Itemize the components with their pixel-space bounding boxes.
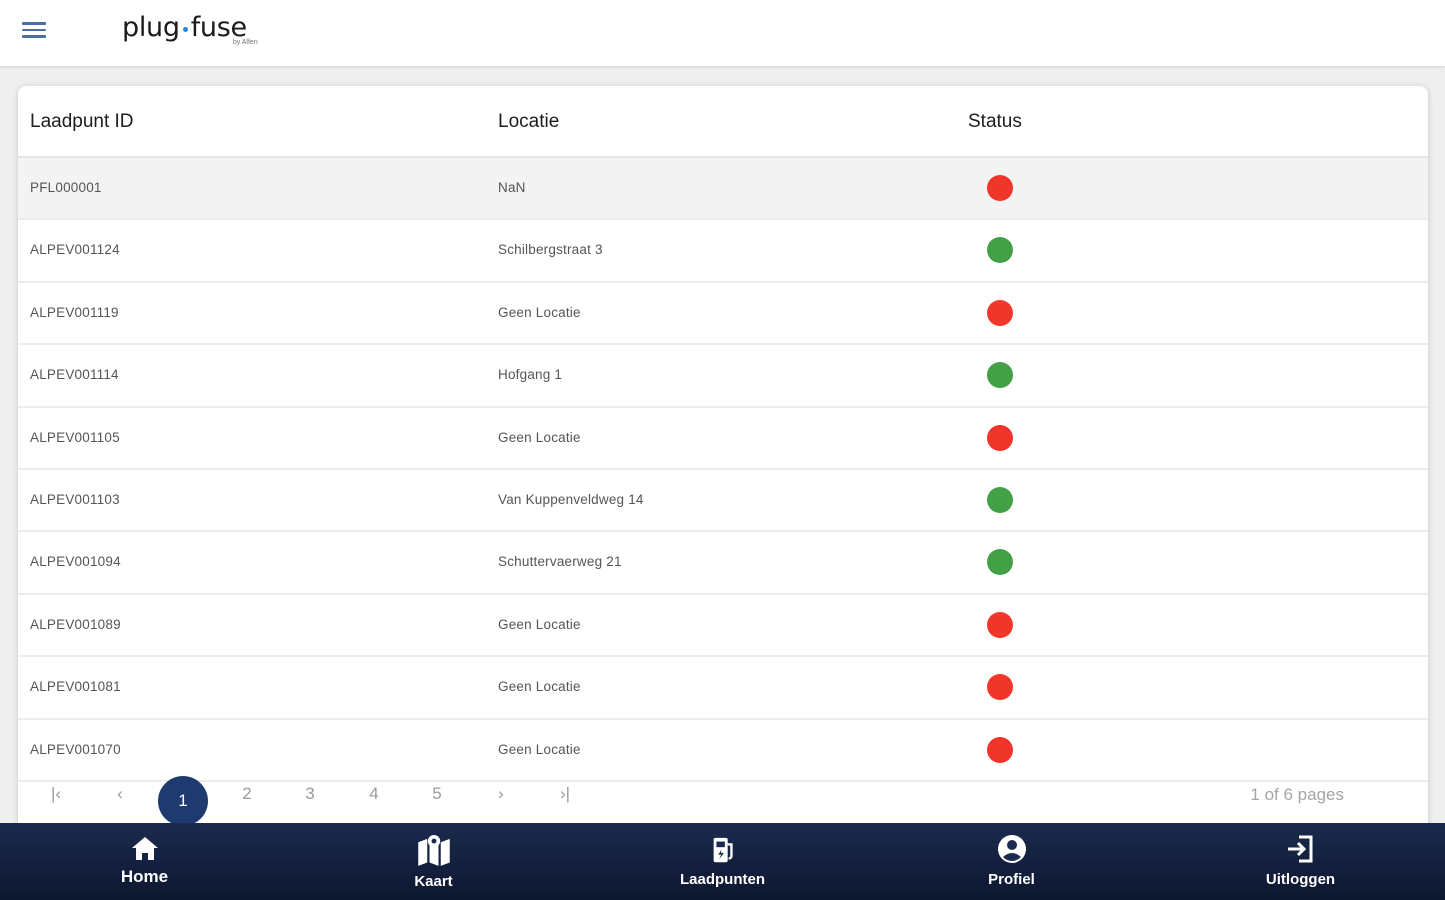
column-header-status[interactable]: Status bbox=[968, 111, 1022, 133]
nav-label-home: Home bbox=[120, 867, 169, 886]
locatie-cell: Geen Locatie bbox=[498, 741, 581, 757]
table-row[interactable]: ALPEV001070 Geen Locatie bbox=[18, 720, 1428, 782]
nav-item-kaart[interactable]: Kaart bbox=[289, 823, 578, 900]
locatie-cell: Geen Locatie bbox=[498, 304, 581, 320]
top-app-bar: plug fuse by Alfen bbox=[0, 0, 1445, 66]
locatie-cell: Hofgang 1 bbox=[498, 367, 563, 383]
status-indicator bbox=[987, 362, 1013, 389]
logo-dot bbox=[182, 27, 188, 32]
table-row[interactable]: ALPEV001114 Hofgang 1 bbox=[18, 345, 1428, 408]
status-indicator bbox=[987, 674, 1013, 701]
page-count-info: 1 of 6 pages bbox=[1250, 785, 1344, 804]
locatie-cell: NaN bbox=[498, 180, 526, 195]
profile-icon bbox=[997, 835, 1026, 863]
page-button-2[interactable]: 2 bbox=[227, 784, 267, 804]
page-button-current[interactable]: 1 bbox=[158, 776, 208, 826]
table-row[interactable]: PFL000001 NaN bbox=[18, 158, 1428, 221]
status-indicator bbox=[987, 736, 1013, 763]
nav-item-laadpunten[interactable]: Laadpunten bbox=[578, 823, 867, 900]
locatie-cell: Geen Locatie bbox=[498, 616, 581, 632]
status-indicator bbox=[987, 299, 1013, 326]
previous-page-button[interactable]: ‹ bbox=[100, 784, 140, 804]
first-page-button[interactable]: |‹ bbox=[36, 784, 76, 804]
table-row[interactable]: ALPEV001081 Geen Locatie bbox=[18, 657, 1428, 720]
locatie-cell: Geen Locatie bbox=[498, 429, 581, 445]
laadpunt-id-cell: ALPEV001124 bbox=[30, 242, 120, 258]
home-icon bbox=[131, 837, 158, 860]
logo-text-left: plug bbox=[122, 12, 180, 43]
status-indicator bbox=[987, 611, 1013, 638]
laadpunt-id-cell: ALPEV001094 bbox=[30, 554, 121, 570]
table-row[interactable]: ALPEV001105 Geen Locatie bbox=[18, 408, 1428, 470]
charger-icon bbox=[713, 837, 733, 863]
logo-subtitle: by Alfen bbox=[232, 39, 258, 46]
laadpunt-id-cell: PFL000001 bbox=[30, 180, 102, 195]
hamburger-menu-icon[interactable] bbox=[22, 22, 48, 42]
plugfuse-logo: plug fuse by Alfen bbox=[122, 12, 258, 52]
laadpunt-id-cell: ALPEV001089 bbox=[30, 616, 121, 632]
nav-item-home[interactable]: Home bbox=[0, 823, 289, 900]
locatie-cell: Geen Locatie bbox=[498, 679, 581, 695]
locatie-cell: Van Kuppenveldweg 14 bbox=[498, 491, 644, 507]
table-row[interactable]: ALPEV001124 Schilbergstraat 3 bbox=[18, 220, 1428, 283]
status-indicator bbox=[987, 549, 1013, 576]
nav-item-profiel[interactable]: Profiel bbox=[867, 823, 1156, 900]
table-row[interactable]: ALPEV001103 Van Kuppenveldweg 14 bbox=[18, 470, 1428, 533]
table-body: PFL000001 NaN ALPEV001124 Schilbergstraa… bbox=[18, 158, 1428, 782]
laadpunt-id-cell: ALPEV001081 bbox=[30, 679, 121, 695]
status-indicator bbox=[987, 237, 1013, 264]
table-row[interactable]: ALPEV001094 Schuttervaerweg 21 bbox=[18, 532, 1428, 595]
laadpunt-id-cell: ALPEV001105 bbox=[30, 429, 120, 445]
laadpunt-id-cell: ALPEV001070 bbox=[30, 741, 121, 757]
nav-label-profiel: Profiel bbox=[988, 871, 1035, 888]
table-row[interactable]: ALPEV001119 Geen Locatie bbox=[18, 283, 1428, 346]
locatie-cell: Schuttervaerweg 21 bbox=[498, 554, 622, 570]
nav-label-laadpunten: Laadpunten bbox=[680, 871, 765, 888]
map-icon bbox=[417, 834, 450, 866]
column-header-locatie[interactable]: Locatie bbox=[498, 111, 559, 133]
logout-icon bbox=[1287, 835, 1312, 863]
nav-label-kaart: Kaart bbox=[414, 873, 453, 890]
last-page-button[interactable]: ›| bbox=[545, 784, 585, 804]
page-button-3[interactable]: 3 bbox=[290, 784, 330, 804]
pagination: |‹ ‹ 1 2 3 4 5 › ›| 1 of 6 pages bbox=[18, 776, 1428, 826]
table-header: Laadpunt ID Locatie Status bbox=[18, 86, 1428, 158]
laadpunt-id-cell: ALPEV001114 bbox=[30, 367, 119, 383]
laadpunten-table-card: Laadpunt ID Locatie Status PFL000001 NaN… bbox=[18, 86, 1428, 846]
status-indicator bbox=[987, 175, 1013, 201]
table-row[interactable]: ALPEV001089 Geen Locatie bbox=[18, 595, 1428, 658]
column-header-laadpunt-id[interactable]: Laadpunt ID bbox=[30, 111, 134, 133]
page-button-4[interactable]: 4 bbox=[354, 784, 394, 804]
next-page-button[interactable]: › bbox=[481, 784, 521, 804]
status-indicator bbox=[987, 424, 1013, 451]
nav-item-uitloggen[interactable]: Uitloggen bbox=[1156, 823, 1445, 900]
page-button-5[interactable]: 5 bbox=[417, 784, 457, 804]
laadpunt-id-cell: ALPEV001103 bbox=[30, 491, 120, 507]
locatie-cell: Schilbergstraat 3 bbox=[498, 242, 603, 258]
bottom-navigation: Home Kaart Laadpunten Profiel Uitloggen bbox=[0, 823, 1445, 900]
laadpunt-id-cell: ALPEV001119 bbox=[30, 304, 119, 320]
nav-label-uitloggen: Uitloggen bbox=[1265, 871, 1336, 888]
status-indicator bbox=[987, 486, 1013, 513]
